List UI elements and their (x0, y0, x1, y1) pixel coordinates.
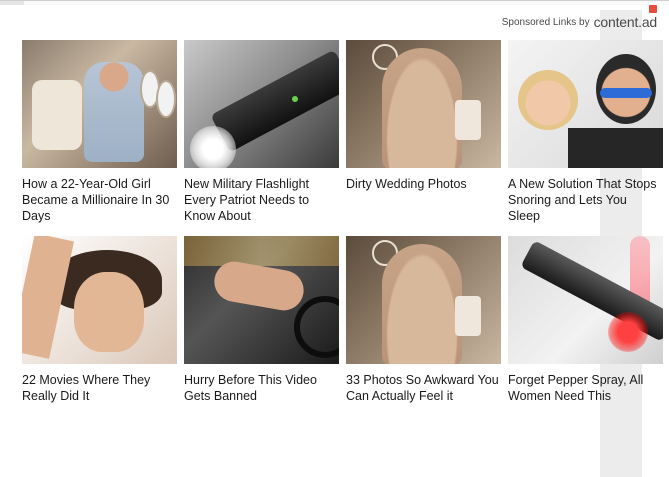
ad-thumbnail[interactable] (184, 236, 339, 364)
brand-logo[interactable]: content.ad (593, 5, 658, 30)
ad-thumbnail[interactable] (22, 236, 177, 364)
ad-card[interactable]: 22 Movies Where They Really Did It (22, 236, 177, 432)
shirt-shape (568, 128, 663, 168)
ad-card[interactable]: Forget Pepper Spray, All Women Need This (508, 236, 663, 432)
top-left-corner (0, 1, 24, 5)
ad-grid: How a 22-Year-Old Girl Became a Milliona… (22, 40, 663, 432)
brand-text: content.ad (593, 14, 658, 30)
sponsored-links-header: Sponsored Links by content.ad (501, 5, 658, 30)
ad-card[interactable]: Hurry Before This Video Gets Banned (184, 236, 339, 432)
sponsored-label: Sponsored Links by (501, 17, 590, 28)
ad-card[interactable]: How a 22-Year-Old Girl Became a Milliona… (22, 40, 177, 236)
ad-card[interactable]: 33 Photos So Awkward You Can Actually Fe… (346, 236, 501, 432)
person-shape (84, 62, 144, 162)
light-beam-shape (190, 126, 236, 168)
ad-caption[interactable]: Dirty Wedding Photos (346, 176, 501, 192)
window-shape (156, 80, 176, 118)
led-indicator-shape (292, 96, 298, 102)
ad-card[interactable]: New Military Flashlight Every Patriot Ne… (184, 40, 339, 236)
ad-caption[interactable]: How a 22-Year-Old Girl Became a Milliona… (22, 176, 177, 224)
person-shape (211, 258, 307, 314)
ad-thumbnail[interactable] (184, 40, 339, 168)
top-border (0, 0, 669, 5)
ad-caption[interactable]: Forget Pepper Spray, All Women Need This (508, 372, 663, 404)
red-glow-shape (608, 312, 648, 352)
jet-seat-shape (32, 80, 82, 150)
snore-strap-shape (600, 88, 652, 98)
ad-caption[interactable]: 33 Photos So Awkward You Can Actually Fe… (346, 372, 501, 404)
red-flag-icon (649, 5, 657, 13)
woman-head-shape (518, 70, 578, 130)
ad-caption[interactable]: A New Solution That Stops Snoring and Le… (508, 176, 663, 224)
ad-thumbnail[interactable] (508, 236, 663, 364)
ad-caption[interactable]: Hurry Before This Video Gets Banned (184, 372, 339, 404)
ad-caption[interactable]: New Military Flashlight Every Patriot Ne… (184, 176, 339, 224)
face-shape (74, 272, 144, 352)
ad-thumbnail[interactable] (22, 40, 177, 168)
figure-shape (382, 244, 462, 364)
ad-card[interactable]: Dirty Wedding Photos (346, 40, 501, 236)
ad-thumbnail[interactable] (346, 40, 501, 168)
city-lights-shape (184, 236, 339, 266)
figure-shape (382, 48, 462, 168)
bottle-shape (455, 296, 481, 336)
ad-thumbnail[interactable] (346, 236, 501, 364)
ad-card[interactable]: A New Solution That Stops Snoring and Le… (508, 40, 663, 236)
steering-wheel-shape (294, 296, 339, 358)
ad-thumbnail[interactable] (508, 40, 663, 168)
bottle-shape (455, 100, 481, 140)
ad-caption[interactable]: 22 Movies Where They Really Did It (22, 372, 177, 404)
